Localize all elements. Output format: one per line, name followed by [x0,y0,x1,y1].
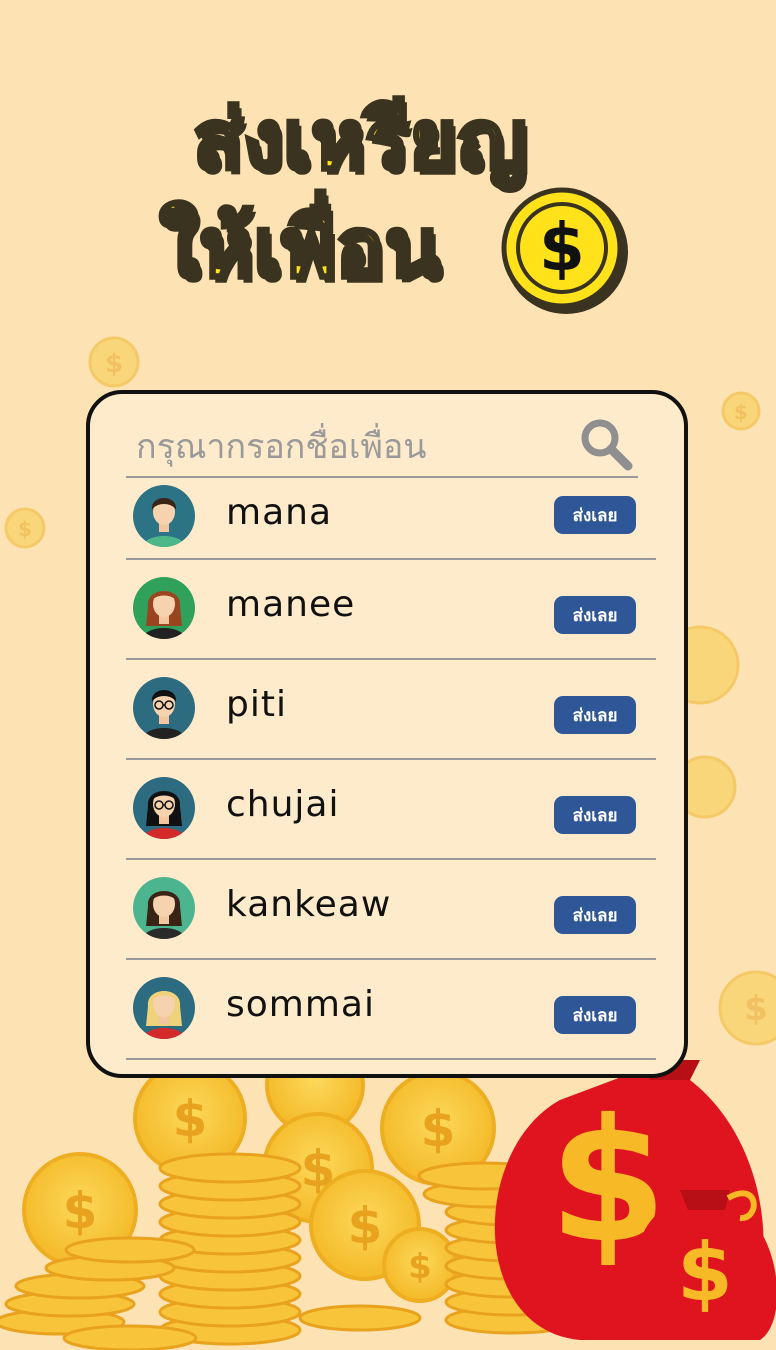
svg-text:$: $ [408,1247,432,1287]
avatar [133,485,195,547]
search-bar [126,419,638,478]
avatar [133,677,195,739]
send-now-button[interactable]: ส่งเลย [554,796,636,834]
send-now-button[interactable]: ส่งเลย [554,696,636,734]
svg-text:$: $ [18,517,32,541]
svg-text:$: $ [734,400,748,424]
send-now-button[interactable]: ส่งเลย [554,596,636,634]
svg-text:$: $ [105,349,123,379]
friend-name: mana [226,492,333,533]
avatar [133,577,195,639]
page-title-line1: ส่งเหรียญ [191,93,529,188]
search-input[interactable] [136,422,566,472]
friend-row: piti ส่งเลย [126,658,656,760]
svg-text:$: $ [63,1182,98,1240]
svg-text:$: $ [677,1226,733,1319]
dollar-coin-icon: $ [501,187,628,314]
friend-name: piti [226,684,287,725]
svg-text:$: $ [348,1197,383,1255]
friend-name: sommai [226,984,375,1025]
friend-row: kankeaw ส่งเลย [126,858,656,960]
friend-row: mana ส่งเลย [126,476,656,560]
avatar [133,977,195,1039]
svg-text:$: $ [744,989,768,1029]
friend-row: sommai ส่งเลย [126,958,656,1060]
friend-name: manee [226,584,356,625]
friend-name: kankeaw [226,884,392,925]
friend-row: manee ส่งเลย [126,558,656,660]
svg-text:$: $ [539,209,585,286]
send-now-button[interactable]: ส่งเลย [554,896,636,934]
svg-text:$: $ [421,1100,456,1158]
send-now-button[interactable]: ส่งเลย [554,996,636,1034]
avatar [133,877,195,939]
search-icon[interactable] [576,414,636,474]
friend-row: chujai ส่งเลย [126,758,656,860]
send-now-button[interactable]: ส่งเลย [554,496,636,534]
avatar [133,777,195,839]
friend-name: chujai [226,784,340,825]
page-title-line2: ให้เพื่อน [157,201,442,296]
friend-list-card: mana ส่งเลย manee ส่งเลย piti ส่งเลย chujai ส่ง… [86,390,688,1078]
svg-text:$: $ [173,1090,208,1148]
